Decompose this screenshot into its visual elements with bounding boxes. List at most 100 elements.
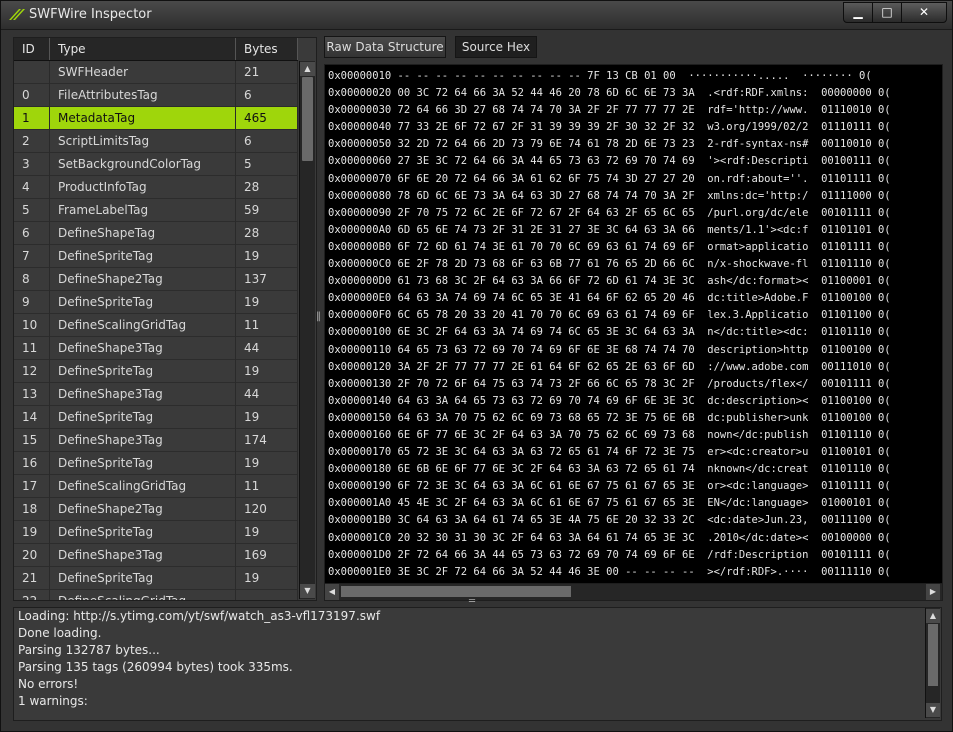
cell-id: 21 <box>14 567 50 590</box>
table-row[interactable]: 2 ScriptLimitsTag 6 <box>14 130 298 153</box>
hex-line: 0x00000060 27 3E 3C 72 64 66 3A 44 65 73… <box>328 155 891 168</box>
cell-bytes: 11 <box>236 314 298 337</box>
table-row[interactable]: 16 DefineSpriteTag 19 <box>14 452 298 475</box>
hex-line: 0x00000190 6F 72 3E 3C 64 63 3A 6C 61 6E… <box>328 480 891 493</box>
log-line: Parsing 135 tags (260994 bytes) took 335… <box>18 660 293 674</box>
window-title: SWFWire Inspector <box>29 7 152 22</box>
cell-type: DefineShape3Tag <box>50 337 236 360</box>
table-row[interactable]: 20 DefineShape3Tag 169 <box>14 544 298 567</box>
log-output[interactable]: Loading: http://s.ytimg.com/yt/swf/watch… <box>13 607 942 721</box>
cell-bytes: 137 <box>236 268 298 291</box>
app-window: SWFWire Inspector ▁ □ ✕ ID Type Bytes SW… <box>0 0 953 732</box>
cell-bytes: 5 <box>236 153 298 176</box>
column-header-bytes[interactable]: Bytes <box>236 38 298 60</box>
title-bar[interactable]: SWFWire Inspector ▁ □ ✕ <box>1 1 952 30</box>
maximize-button[interactable]: □ <box>872 2 902 23</box>
hex-line: 0x000001C0 20 32 30 31 30 3C 2F 64 63 3A… <box>328 531 891 544</box>
horizontal-splitter-handle[interactable]: ═ <box>469 597 487 607</box>
table-row[interactable]: 12 DefineSpriteTag 19 <box>14 360 298 383</box>
table-header: ID Type Bytes <box>14 38 298 61</box>
hex-lines: 0x00000010 -- -- -- -- -- -- -- -- -- --… <box>328 68 942 581</box>
close-button[interactable]: ✕ <box>901 2 947 23</box>
cell-type: DefineShape3Tag <box>50 429 236 452</box>
cell-type: DefineShapeTag <box>50 222 236 245</box>
scrollbar-thumb[interactable] <box>302 77 313 161</box>
cell-type: DefineShape3Tag <box>50 383 236 406</box>
cell-type: DefineScalingGridTag <box>50 475 236 498</box>
cell-bytes: 465 <box>236 107 298 130</box>
scroll-down-arrow-icon[interactable]: ▼ <box>926 703 940 717</box>
table-row[interactable]: 9 DefineSpriteTag 19 <box>14 291 298 314</box>
scrollbar-thumb[interactable] <box>928 624 938 686</box>
cell-type: DefineShape3Tag <box>50 544 236 567</box>
hex-line: 0x000001E0 3E 3C 2F 72 64 66 3A 52 44 46… <box>328 565 891 578</box>
maximize-icon: □ <box>881 5 893 19</box>
tab-raw-data-structure[interactable]: Raw Data Structure <box>324 36 446 58</box>
hex-view[interactable]: 0x00000010 -- -- -- -- -- -- -- -- -- --… <box>324 64 943 601</box>
table-row[interactable]: 17 DefineScalingGridTag 11 <box>14 475 298 498</box>
table-row[interactable]: SWFHeader 21 <box>14 61 298 84</box>
table-row[interactable]: 3 SetBackgroundColorTag 5 <box>14 153 298 176</box>
table-row[interactable]: 18 DefineShape2Tag 120 <box>14 498 298 521</box>
cell-id: 20 <box>14 544 50 567</box>
cell-id: 15 <box>14 429 50 452</box>
hex-line: 0x000001D0 2F 72 64 66 3A 44 65 73 63 72… <box>328 548 891 561</box>
cell-id: 6 <box>14 222 50 245</box>
vertical-splitter-handle[interactable]: ‖ <box>316 311 322 325</box>
hex-horizontal-scrollbar[interactable]: ◀ ▶ <box>324 583 943 601</box>
cell-id: 14 <box>14 406 50 429</box>
scrollbar-thumb[interactable] <box>341 586 571 597</box>
app-logo-icon <box>9 9 25 20</box>
table-row[interactable]: 15 DefineShape3Tag 174 <box>14 429 298 452</box>
table-row[interactable]: 6 DefineShapeTag 28 <box>14 222 298 245</box>
cell-bytes: 21 <box>236 61 298 84</box>
tab-source-hex[interactable]: Source Hex <box>455 36 537 58</box>
table-body: SWFHeader 21 0 FileAttributesTag 6 1 MetadataT… <box>14 61 298 600</box>
table-row[interactable]: 21 DefineSpriteTag 19 <box>14 567 298 590</box>
scroll-up-arrow-icon[interactable]: ▲ <box>300 62 315 76</box>
table-row[interactable]: 14 DefineSpriteTag 19 <box>14 406 298 429</box>
table-row[interactable]: 10 DefineScalingGridTag 11 <box>14 314 298 337</box>
hex-line: 0x00000030 72 64 66 3D 27 68 74 74 70 3A… <box>328 104 891 117</box>
table-vertical-scrollbar[interactable]: ▲ ▼ <box>299 61 315 599</box>
table-row[interactable]: 1 MetadataTag 465 <box>14 107 298 130</box>
cell-bytes: 28 <box>236 176 298 199</box>
hex-line: 0x00000160 6E 6F 77 6E 3C 2F 64 63 3A 70… <box>328 428 891 441</box>
table-row[interactable]: 0 FileAttributesTag 6 <box>14 84 298 107</box>
hex-line: 0x00000080 78 6D 6C 6E 73 3A 64 63 3D 27… <box>328 189 891 202</box>
cell-type: DefineSpriteTag <box>50 406 236 429</box>
log-vertical-scrollbar[interactable]: ▲ ▼ <box>925 608 940 718</box>
column-header-type[interactable]: Type <box>50 38 236 60</box>
cell-type: SetBackgroundColorTag <box>50 153 236 176</box>
cell-type: DefineSpriteTag <box>50 521 236 544</box>
cell-type: MetadataTag <box>50 107 236 130</box>
hex-line: 0x00000110 64 65 73 63 72 69 70 74 69 6F… <box>328 343 891 356</box>
hex-line: 0x00000050 32 2D 72 64 66 2D 73 79 6E 74… <box>328 138 891 151</box>
cell-id: 9 <box>14 291 50 314</box>
table-row[interactable]: 11 DefineShape3Tag 44 <box>14 337 298 360</box>
table-row[interactable]: 5 FrameLabelTag 59 <box>14 199 298 222</box>
table-row[interactable]: 19 DefineSpriteTag 19 <box>14 521 298 544</box>
cell-bytes: 19 <box>236 406 298 429</box>
table-row[interactable]: 7 DefineSpriteTag 19 <box>14 245 298 268</box>
table-row[interactable]: 22DefineScalingGridTag <box>14 590 298 600</box>
hex-line: 0x00000150 64 63 3A 70 75 62 6C 69 73 68… <box>328 411 891 424</box>
table-row[interactable]: 13 DefineShape3Tag 44 <box>14 383 298 406</box>
scroll-right-arrow-icon[interactable]: ▶ <box>926 584 940 600</box>
cell-id: 8 <box>14 268 50 291</box>
table-row[interactable]: 8 DefineShape2Tag 137 <box>14 268 298 291</box>
cell-id: 18 <box>14 498 50 521</box>
cell-id: 11 <box>14 337 50 360</box>
scroll-down-arrow-icon[interactable]: ▼ <box>300 584 315 598</box>
hex-line: 0x00000020 00 3C 72 64 66 3A 52 44 46 20… <box>328 87 891 100</box>
cell-type: SWFHeader <box>50 61 236 84</box>
scroll-up-arrow-icon[interactable]: ▲ <box>926 609 940 623</box>
scroll-left-arrow-icon[interactable]: ◀ <box>325 584 339 600</box>
column-header-id[interactable]: ID <box>14 38 50 60</box>
hex-line: 0x00000100 6E 3C 2F 64 63 3A 74 69 74 6C… <box>328 326 891 339</box>
hex-line: 0x00000040 77 33 2E 6F 72 67 2F 31 39 39… <box>328 121 891 134</box>
table-row[interactable]: 4 ProductInfoTag 28 <box>14 176 298 199</box>
cell-type: FrameLabelTag <box>50 199 236 222</box>
minimize-button[interactable]: ▁ <box>843 2 873 23</box>
hex-line: 0x000000C0 6E 2F 78 2D 73 68 6F 63 6B 77… <box>328 258 891 271</box>
